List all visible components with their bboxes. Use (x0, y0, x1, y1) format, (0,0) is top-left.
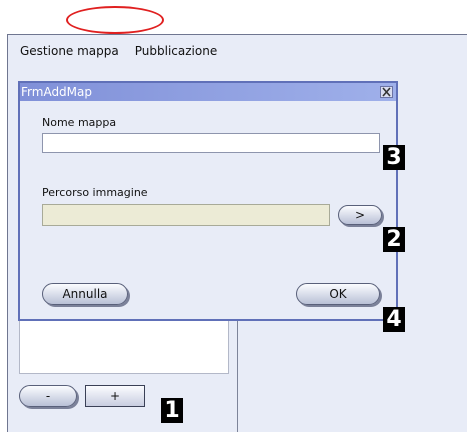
dialog-titlebar: FrmAddMap (20, 83, 396, 101)
menu-gestione-mappa[interactable]: Gestione mappa (20, 44, 119, 58)
map-name-input[interactable] (42, 133, 380, 153)
add-map-dialog: FrmAddMap Nome mappa Percorso immagine >… (18, 81, 398, 321)
browse-button[interactable]: > (338, 205, 382, 225)
ok-button[interactable]: OK (296, 283, 380, 305)
panel-divider (237, 315, 238, 432)
annotation-badge-3: 3 (383, 145, 405, 170)
cancel-button[interactable]: Annulla (42, 283, 128, 305)
add-button-label: + (109, 389, 121, 403)
image-path-input (42, 204, 330, 226)
close-icon[interactable] (380, 86, 393, 98)
add-button[interactable]: + (85, 385, 145, 407)
map-name-label: Nome mappa (42, 116, 117, 129)
remove-button[interactable]: - (19, 385, 77, 407)
ok-button-label: OK (329, 287, 347, 301)
menubar: Gestione mappa Pubblicazione (8, 35, 467, 67)
annotation-badge-4: 4 (383, 307, 405, 332)
cancel-button-label: Annulla (62, 287, 108, 301)
annotation-badge-1: 1 (161, 398, 183, 423)
image-path-label: Percorso immagine (42, 186, 148, 199)
browse-button-label: > (354, 208, 366, 222)
annotation-badge-2: 2 (383, 227, 405, 252)
dialog-title: FrmAddMap (21, 85, 92, 99)
remove-button-label: - (45, 389, 51, 403)
map-list-box[interactable] (19, 319, 229, 374)
menu-pubblicazione[interactable]: Pubblicazione (135, 44, 217, 58)
highlight-ellipse (66, 6, 164, 34)
